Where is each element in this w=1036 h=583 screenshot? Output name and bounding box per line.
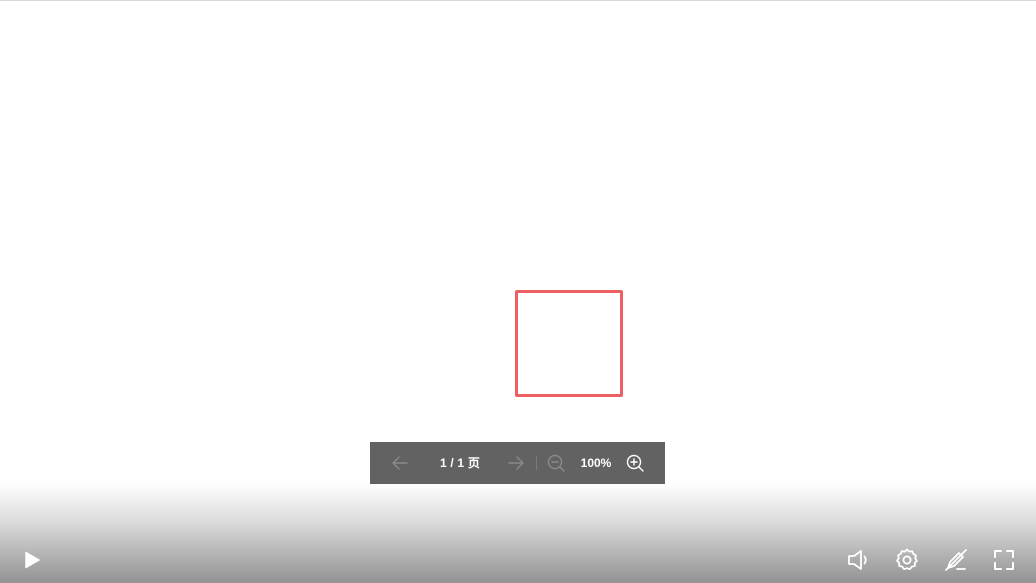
document-viewer: 1 / 1 页 100%: [0, 0, 1036, 583]
zoom-in-icon: [626, 454, 644, 472]
player-control-bar: [0, 483, 1036, 583]
zoom-out-button[interactable]: [544, 442, 568, 484]
arrow-left-icon: [392, 456, 408, 470]
document-toolbar: 1 / 1 页 100%: [370, 442, 665, 484]
next-page-button[interactable]: [504, 442, 528, 484]
toolbar-divider: [536, 456, 537, 470]
page-highlight-box: [515, 290, 623, 397]
previous-page-button[interactable]: [388, 442, 412, 484]
volume-button[interactable]: [843, 544, 875, 576]
zoom-out-icon: [547, 454, 565, 472]
fullscreen-button[interactable]: [988, 544, 1020, 576]
play-button[interactable]: [16, 544, 48, 576]
pen-slash-icon: [945, 549, 967, 571]
volume-icon: [848, 550, 867, 570]
zoom-level: 100%: [580, 456, 612, 470]
play-icon: [25, 551, 40, 569]
arrow-right-icon: [508, 456, 524, 470]
page-indicator: 1 / 1 页: [439, 456, 481, 470]
settings-button[interactable]: [891, 544, 923, 576]
zoom-in-button[interactable]: [623, 442, 647, 484]
gear-icon: [896, 548, 918, 570]
fullscreen-icon: [994, 550, 1014, 570]
annotation-toggle-button[interactable]: [940, 544, 972, 576]
